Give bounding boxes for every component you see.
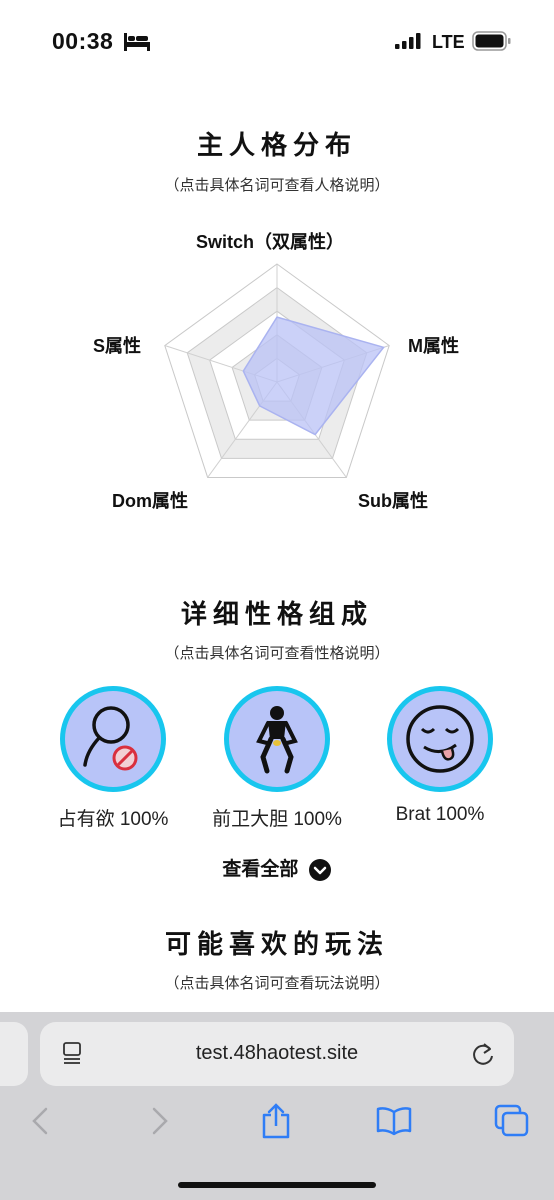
trait-label[interactable]: 前卫大胆 100%	[202, 804, 352, 831]
trait-icon-circle	[60, 686, 166, 792]
radar-label-dom[interactable]: Dom属性	[112, 487, 188, 513]
trait-label[interactable]: Brat 100%	[365, 804, 515, 826]
radar-label-m[interactable]: M属性	[408, 332, 459, 358]
share-icon[interactable]	[260, 1102, 292, 1140]
signal-icon	[395, 33, 421, 49]
bookmarks-icon[interactable]	[376, 1106, 412, 1136]
forward-icon[interactable]	[150, 1106, 170, 1136]
personality-title: 主人格分布	[196, 130, 357, 160]
traits-subtitle: （点击具体名词可查看性格说明）	[164, 645, 390, 662]
previous-tab-peek[interactable]	[0, 1022, 28, 1086]
status-bar: 00:38 LTE	[0, 0, 554, 84]
home-indicator[interactable]	[178, 1182, 376, 1188]
traits-title: 详细性格组成	[180, 599, 373, 629]
trait-label[interactable]: 占有欲 100%	[38, 804, 188, 831]
tabs-icon[interactable]	[494, 1104, 530, 1138]
radar-svg	[164, 263, 390, 478]
back-icon[interactable]	[30, 1106, 50, 1136]
magnifier-no-icon	[83, 706, 138, 771]
radar-chart: Switch（双属性） M属性 Sub属性 Dom属性 S属性	[0, 210, 554, 540]
sleep-focus-icon	[124, 33, 150, 51]
status-time: 00:38	[52, 28, 114, 54]
play-title: 可能喜欢的玩法	[164, 929, 389, 959]
trait-icon-circle	[224, 686, 330, 792]
address-bar[interactable]: test.48haotest.site	[40, 1022, 514, 1086]
battery-icon	[472, 31, 511, 51]
radar-label-s[interactable]: S属性	[93, 332, 141, 358]
reload-icon[interactable]	[470, 1040, 496, 1068]
view-all-button[interactable]: 查看全部	[0, 854, 554, 882]
browser-toolbar: test.48haotest.site	[0, 1012, 554, 1200]
play-subtitle: （点击具体名词可查看玩法说明）	[164, 975, 390, 992]
url-text[interactable]: test.48haotest.site	[40, 1042, 514, 1065]
trait-item-possessive[interactable]: 占有欲 100%	[38, 686, 188, 831]
trait-icon-circle	[387, 686, 493, 792]
chevron-down-icon	[308, 858, 331, 881]
personality-subtitle: （点击具体名词可查看人格说明）	[164, 177, 390, 194]
view-all-label: 查看全部	[222, 859, 299, 880]
radar-label-switch[interactable]: Switch（双属性）	[196, 228, 344, 254]
radar-label-sub[interactable]: Sub属性	[358, 487, 428, 513]
figure-icon	[256, 706, 298, 774]
carrier-label: LTE	[432, 32, 465, 52]
tongue-face-icon	[406, 705, 474, 773]
trait-item-bold[interactable]: 前卫大胆 100%	[202, 686, 352, 831]
trait-item-brat[interactable]: Brat 100%	[365, 686, 515, 826]
